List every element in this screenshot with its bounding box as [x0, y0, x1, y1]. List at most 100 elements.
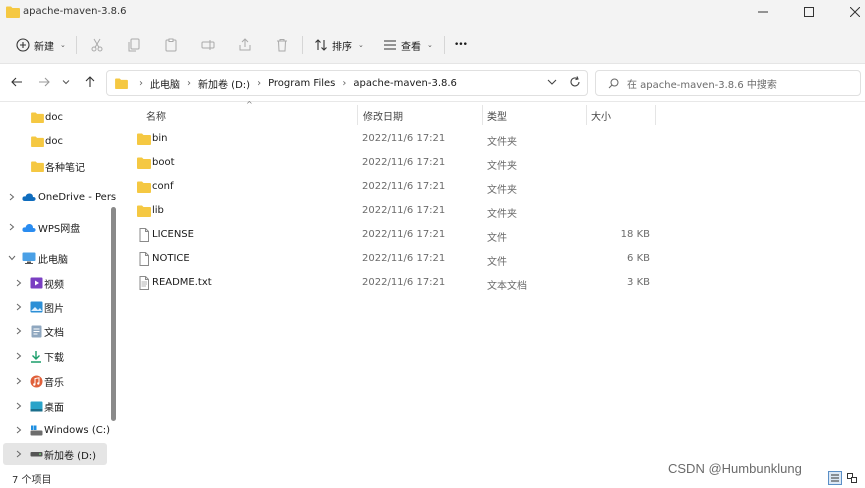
column-divider[interactable]	[655, 105, 656, 125]
sidebar-item-onedrive[interactable]: OneDrive - Pers	[0, 186, 116, 208]
minimize-button[interactable]	[740, 0, 786, 24]
back-button[interactable]	[9, 74, 25, 90]
chevron-right-icon[interactable]	[14, 352, 24, 360]
tiles-view-button[interactable]	[845, 471, 859, 485]
maximize-button[interactable]	[786, 0, 832, 24]
more-label: •••	[454, 40, 468, 50]
new-label: 新建	[34, 41, 54, 53]
column-header-label: 大小	[591, 111, 611, 123]
view-button[interactable]: 查看 ⌄	[383, 34, 433, 56]
sidebar-item-wps-cloud[interactable]: WPS网盘	[0, 216, 108, 238]
sidebar-item-doc[interactable]: doc	[0, 130, 108, 152]
file-row[interactable]: conf 2022/11/6 17:21 文件夹	[120, 176, 865, 198]
file-type: 文件夹	[487, 137, 517, 148]
chevron-right-icon[interactable]	[14, 450, 24, 458]
file-row[interactable]: README.txt 2022/11/6 17:21 文本文档 3 KB	[120, 272, 865, 294]
sidebar-item-drive-d[interactable]: 新加卷 (D:)	[3, 443, 107, 465]
column-header-date[interactable]: 修改日期	[363, 105, 403, 125]
file-row[interactable]: LICENSE 2022/11/6 17:21 文件 18 KB	[120, 224, 865, 246]
file-icon	[139, 228, 149, 242]
details-view-icon	[831, 474, 839, 482]
chevron-right-icon[interactable]	[14, 327, 24, 335]
copy-button[interactable]	[125, 36, 143, 54]
sidebar-item-doc[interactable]: doc	[0, 106, 108, 128]
sidebar-item-label: doc	[45, 111, 63, 123]
desktop-icon	[29, 399, 43, 413]
share-button[interactable]	[236, 36, 254, 54]
copy-icon	[128, 38, 140, 52]
sidebar-item-label: 此电脑	[38, 254, 68, 266]
up-button[interactable]	[82, 74, 98, 90]
folder-icon	[30, 110, 44, 124]
command-bar: 新建 ⌄ 排序 ⌄ 查看 ⌄ •••	[0, 26, 865, 64]
sidebar-item-videos[interactable]: 视频	[0, 272, 108, 294]
address-bar[interactable]: › 此电脑 › 新加卷 (D:) › Program Files › apach…	[106, 70, 588, 96]
watermark-text: CSDN @Humbunklung	[668, 461, 802, 476]
sidebar-item-music[interactable]: 音乐	[0, 370, 108, 392]
file-date: 2022/11/6 17:21	[362, 229, 446, 240]
chevron-right-icon[interactable]	[7, 223, 17, 231]
computer-icon	[22, 251, 36, 265]
breadcrumb-program-files[interactable]: Program Files	[268, 78, 335, 89]
windows-drive-icon	[29, 423, 43, 437]
search-input[interactable]: 在 apache-maven-3.8.6 中搜索	[595, 70, 861, 96]
sidebar-item-pictures[interactable]: 图片	[0, 296, 108, 318]
close-button[interactable]	[832, 0, 865, 24]
pictures-icon	[29, 300, 43, 314]
column-header-type[interactable]: 类型	[487, 105, 507, 125]
breadcrumb-current-folder[interactable]: apache-maven-3.8.6	[353, 78, 457, 89]
paste-icon	[165, 38, 177, 52]
breadcrumb-this-pc[interactable]: 此电脑	[150, 76, 180, 91]
sidebar-item-label: 音乐	[44, 377, 64, 389]
delete-button[interactable]	[273, 36, 291, 54]
details-view-button[interactable]	[828, 471, 842, 485]
file-row[interactable]: boot 2022/11/6 17:21 文件夹	[120, 152, 865, 174]
rename-button[interactable]	[199, 36, 217, 54]
column-header-size[interactable]: 大小	[591, 105, 611, 125]
sidebar-item-documents[interactable]: 文档	[0, 320, 108, 342]
sidebar-item-downloads[interactable]: 下载	[0, 345, 108, 367]
chevron-right-icon[interactable]	[14, 426, 24, 434]
chevron-right-icon[interactable]	[14, 279, 24, 287]
refresh-button[interactable]	[569, 76, 581, 91]
close-icon	[850, 7, 860, 17]
chevron-right-icon[interactable]	[14, 402, 24, 410]
chevron-down-icon[interactable]	[7, 255, 17, 261]
breadcrumb-separator: ›	[342, 77, 347, 89]
file-row[interactable]: lib 2022/11/6 17:21 文件夹	[120, 200, 865, 222]
sidebar-item-notes[interactable]: 各种笔记	[0, 155, 108, 177]
chevron-down-icon: ⌄	[60, 41, 66, 49]
more-options-button[interactable]: •••	[454, 34, 468, 56]
column-divider[interactable]	[482, 105, 483, 125]
breadcrumb-separator: ›	[139, 77, 143, 89]
sidebar-item-desktop[interactable]: 桌面	[0, 395, 108, 417]
file-name: LICENSE	[152, 229, 194, 240]
sidebar-item-label: 新加卷 (D:)	[44, 450, 97, 462]
file-row[interactable]: bin 2022/11/6 17:21 文件夹	[120, 128, 865, 150]
sidebar-item-drive-c[interactable]: Windows (C:)	[0, 419, 110, 441]
sidebar-item-this-pc[interactable]: 此电脑	[0, 247, 108, 269]
file-icon	[139, 252, 149, 266]
file-size: 18 KB	[620, 229, 650, 240]
sidebar-scrollbar-thumb[interactable]	[111, 207, 116, 421]
forward-button[interactable]	[36, 74, 52, 90]
chevron-right-icon[interactable]	[14, 303, 24, 311]
file-type: 文本文档	[487, 281, 527, 292]
address-history-button[interactable]	[547, 77, 557, 90]
paste-button[interactable]	[162, 36, 180, 54]
column-header-label: 名称	[146, 111, 166, 123]
cut-button[interactable]	[88, 36, 106, 54]
breadcrumb-drive-d[interactable]: 新加卷 (D:)	[198, 76, 250, 91]
recent-locations-button[interactable]	[58, 74, 74, 90]
chevron-right-icon[interactable]	[7, 193, 17, 201]
new-button[interactable]: 新建 ⌄	[16, 34, 66, 56]
divider	[76, 36, 77, 54]
column-divider[interactable]	[357, 105, 358, 125]
breadcrumb-separator: ›	[257, 77, 262, 89]
chevron-right-icon[interactable]	[14, 377, 24, 385]
column-header-name[interactable]: 名称	[146, 105, 166, 125]
arrow-right-icon	[39, 77, 50, 87]
file-row[interactable]: NOTICE 2022/11/6 17:21 文件 6 KB	[120, 248, 865, 270]
column-divider[interactable]	[586, 105, 587, 125]
sort-button[interactable]: 排序 ⌄	[314, 34, 364, 56]
